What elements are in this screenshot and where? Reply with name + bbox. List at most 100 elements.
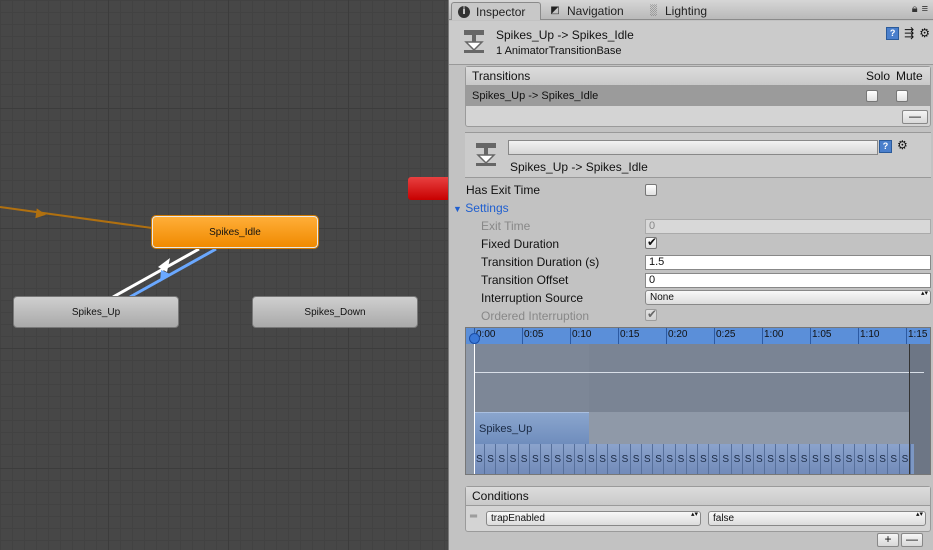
interruption-source-dropdown[interactable]: None: [645, 290, 931, 305]
foldout-open-icon: ▼: [453, 204, 462, 214]
ruler-tick-label: 0:10: [572, 329, 592, 340]
ruler-tick-label: 0:25: [716, 329, 736, 340]
timeline-stripe: S: [832, 444, 844, 474]
transition-timeline[interactable]: 0:00 0:05 0:10 0:15 0:20 0:25 1:00 1:05 1:10 1:15…: [465, 327, 931, 475]
tab-controls: 🔒︎ ≡: [912, 3, 928, 16]
ruler-tick-label: 0:15: [620, 329, 640, 340]
transition-detail-label: Spikes_Up -> Spikes_Idle: [510, 160, 648, 174]
mute-column-label: Mute: [896, 69, 923, 83]
transition-duration-label: Transition Duration (s): [481, 255, 600, 269]
ruler-tick-label: 0:05: [524, 329, 544, 340]
state-node-spikes-idle[interactable]: Spikes_Idle: [152, 216, 318, 248]
exit-time-label: Exit Time: [481, 219, 531, 233]
ruler-tick-line: [762, 328, 763, 344]
tab-lighting[interactable]: ░ Lighting: [641, 2, 731, 20]
timeline-destination-stripes[interactable]: SSSSSSSSSSSSSSSSSSSSSSSSSSSSSSSSSSSSSSS: [474, 444, 914, 474]
timeline-stripe: S: [709, 444, 721, 474]
preset-icon[interactable]: ⇶: [904, 26, 914, 40]
settings-foldout[interactable]: ▼ Settings: [453, 201, 509, 215]
transition-icon: [464, 30, 484, 53]
timeline-stripe: S: [507, 444, 519, 474]
gear-icon[interactable]: ⚙︎: [897, 138, 908, 152]
timeline-stripe: S: [485, 444, 497, 474]
state-node-label: Spikes_Idle: [209, 226, 261, 238]
transition-duration-input[interactable]: 1.5: [645, 255, 931, 270]
help-icon[interactable]: ?: [886, 26, 900, 40]
timeline-stripe: S: [563, 444, 575, 474]
timeline-stripe: S: [653, 444, 665, 474]
condition-parameter-dropdown[interactable]: trapEnabled: [486, 511, 701, 526]
conditions-title: Conditions: [472, 489, 529, 503]
ordered-interruption-label: Ordered Interruption: [481, 309, 590, 323]
has-exit-time-label: Has Exit Time: [466, 183, 541, 197]
help-icon[interactable]: ?: [879, 140, 892, 153]
state-node-spikes-down[interactable]: Spikes_Down: [252, 296, 418, 328]
transition-up-to-idle-line: [129, 247, 217, 299]
animator-graph[interactable]: Spikes_Idle Spikes_Up Spikes_Down: [0, 0, 448, 550]
condition-row[interactable]: ═ trapEnabled false: [466, 506, 930, 530]
state-node-partial[interactable]: [408, 177, 448, 200]
has-exit-time-checkbox[interactable]: [645, 184, 657, 196]
menu-icon[interactable]: ≡: [922, 3, 928, 16]
transition-name-input[interactable]: [508, 140, 878, 155]
transition-offset-input[interactable]: 0: [645, 273, 931, 288]
timeline-stripe: S: [474, 444, 486, 474]
ruler-tick-line: [570, 328, 571, 344]
tab-label: Lighting: [665, 4, 708, 18]
fixed-duration-checkbox[interactable]: [645, 235, 657, 249]
timeline-stripe: S: [642, 444, 654, 474]
timeline-curve: [474, 372, 924, 373]
lighting-icon: ░: [649, 5, 657, 16]
state-node-label: Spikes_Up: [71, 306, 121, 318]
remove-transition-button[interactable]: —: [902, 110, 928, 124]
tab-navigation[interactable]: ◩ Navigation: [543, 2, 639, 20]
timeline-clip[interactable]: Spikes_Up: [474, 412, 589, 444]
transition-row[interactable]: Spikes_Up -> Spikes_Idle: [466, 86, 930, 106]
header-controls: ? ⇶ ⚙︎: [886, 26, 930, 40]
timeline-end-marker[interactable]: [909, 344, 910, 474]
transition-links: [0, 206, 217, 299]
timeline-stripe: S: [765, 444, 777, 474]
ruler-tick-line: [618, 328, 619, 344]
timeline-stripe: S: [597, 444, 609, 474]
timeline-stripe: S: [798, 444, 810, 474]
drag-handle-icon[interactable]: ═: [470, 511, 477, 522]
ruler-tick-line: [666, 328, 667, 344]
fixed-duration-label: Fixed Duration: [481, 237, 560, 251]
gear-icon[interactable]: ⚙︎: [919, 26, 930, 40]
tab-label: Navigation: [567, 4, 624, 18]
ruler-tick-label: 0:20: [668, 329, 688, 340]
playhead-handle-icon[interactable]: [469, 333, 480, 344]
add-condition-button[interactable]: +: [877, 533, 899, 547]
timeline-stripe: S: [877, 444, 889, 474]
mute-checkbox[interactable]: [896, 90, 908, 102]
timeline-stripe: S: [675, 444, 687, 474]
playhead-start-marker[interactable]: [474, 344, 475, 474]
timeline-stripe: S: [530, 444, 542, 474]
exit-time-input: 0: [645, 219, 931, 234]
solo-checkbox[interactable]: [866, 90, 878, 102]
timeline-stripe: S: [686, 444, 698, 474]
timeline-stripe: S: [754, 444, 766, 474]
transitions-header: Transitions Solo Mute: [466, 67, 930, 86]
timeline-stripe: S: [619, 444, 631, 474]
ruler-tick-line: [858, 328, 859, 344]
ruler-tick-label: 1:15: [908, 329, 928, 340]
tab-inspector[interactable]: i Inspector: [451, 2, 541, 20]
timeline-stripe: S: [586, 444, 598, 474]
lock-icon[interactable]: 🔒︎: [912, 3, 918, 16]
transition-icon: [476, 143, 496, 166]
timeline-stripe: S: [496, 444, 508, 474]
transition-row-label: Spikes_Up -> Spikes_Idle: [472, 90, 599, 102]
interruption-source-label: Interruption Source: [481, 291, 584, 305]
transitions-list: Transitions Solo Mute Spikes_Up -> Spike…: [465, 66, 931, 127]
state-node-spikes-up[interactable]: Spikes_Up: [13, 296, 179, 328]
timeline-stripe: S: [574, 444, 586, 474]
timeline-stripe: S: [541, 444, 553, 474]
state-node-label: Spikes_Down: [304, 306, 366, 318]
timeline-ruler[interactable]: 0:00 0:05 0:10 0:15 0:20 0:25 1:00 1:05 1:10 1:15: [466, 328, 930, 344]
timeline-stripe: S: [552, 444, 564, 474]
navigation-icon: ◩: [550, 5, 560, 16]
remove-condition-button[interactable]: —: [901, 533, 923, 547]
condition-value-dropdown[interactable]: false: [708, 511, 926, 526]
